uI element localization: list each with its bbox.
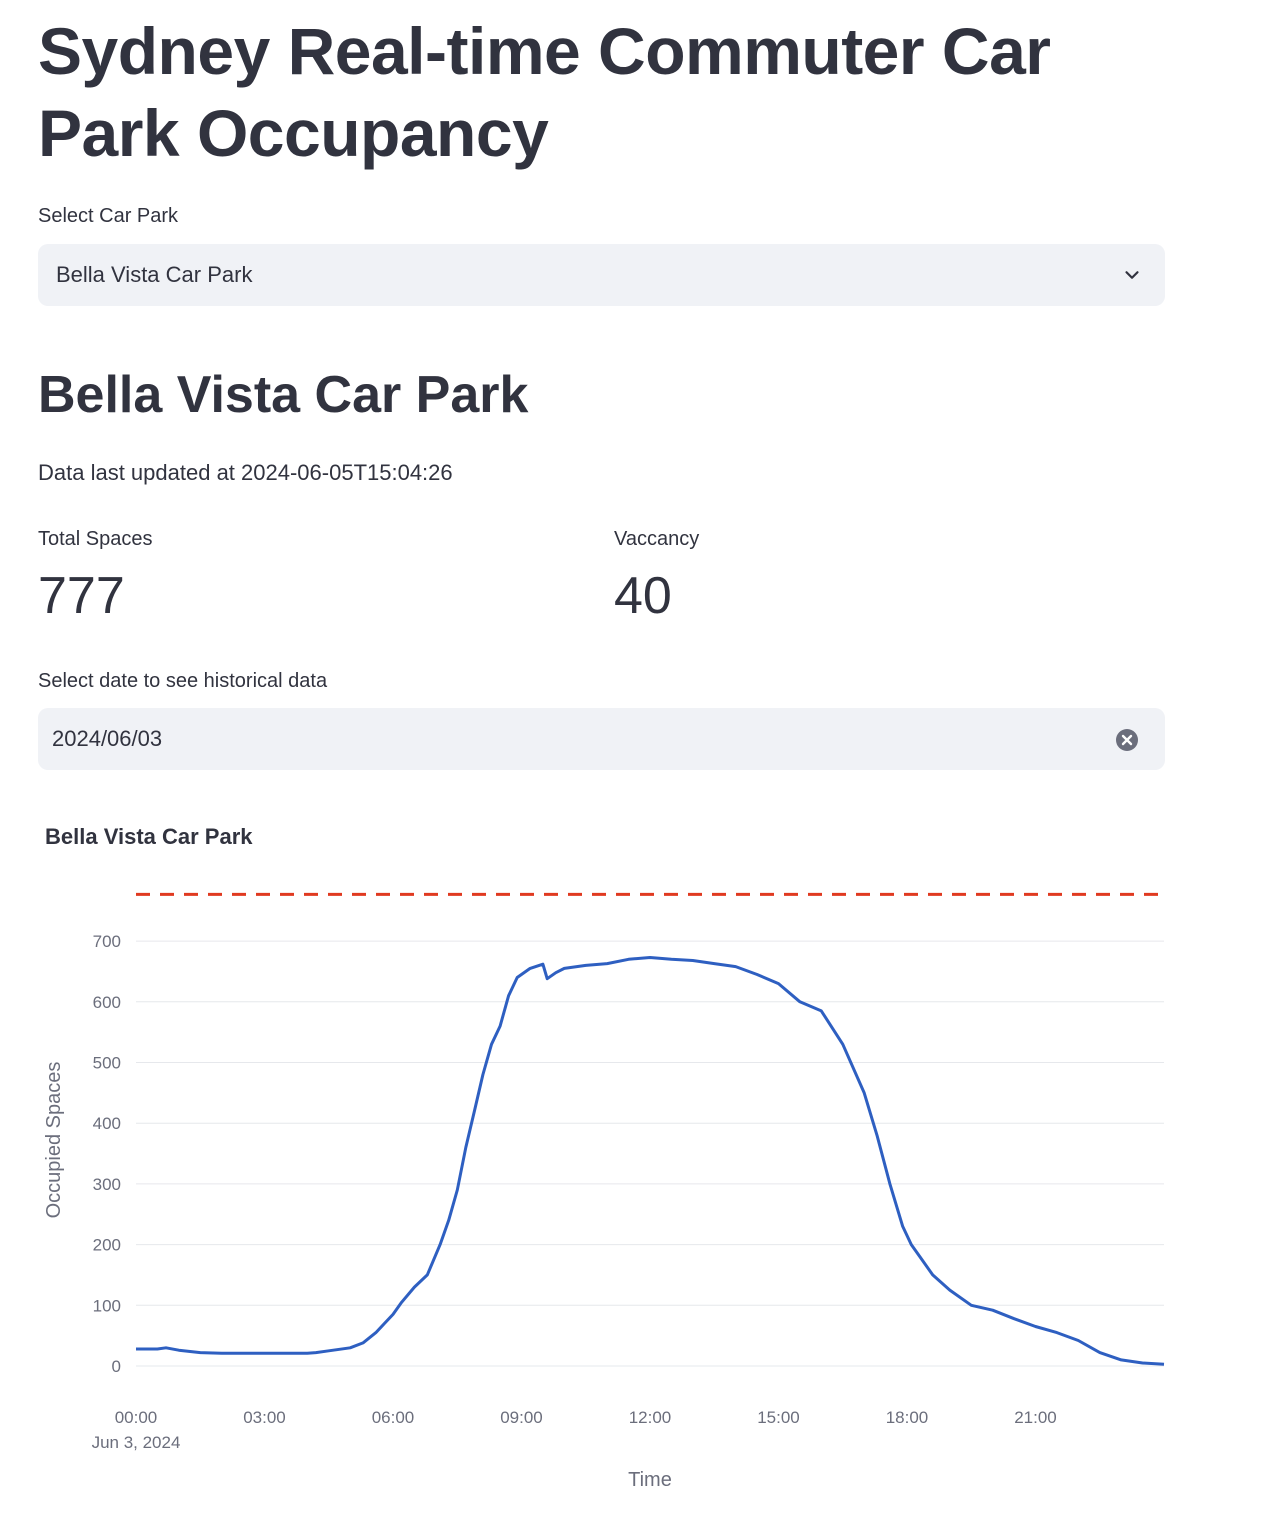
x-tick-label: 18:00 [886,1408,929,1427]
occupancy-chart: Bella Vista Car Park 0 100 200 300 400 500 600… [0,810,1272,1510]
y-tick-label: 400 [93,1114,121,1133]
y-tick-label: 700 [93,932,121,951]
chart-title: Bella Vista Car Park [45,824,253,849]
x-tick-label: 03:00 [243,1408,286,1427]
page-title: Sydney Real-time Commuter Car Park Occup… [38,14,1051,170]
last-updated-text: Data last updated at 2024-06-05T15:04:26 [38,460,453,485]
total-spaces-label: Total Spaces [38,528,153,550]
x-tick-label: 09:00 [500,1408,543,1427]
y-axis-ticks: 0 100 200 300 400 500 600 700 [93,932,121,1376]
clear-icon[interactable] [1115,728,1139,752]
chart-gridlines [136,940,1164,1367]
chevron-down-icon[interactable] [1121,264,1143,286]
y-tick-label: 600 [93,993,121,1012]
y-tick-label: 0 [112,1357,121,1376]
x-tick-label: 21:00 [1014,1408,1057,1427]
x-tick-label: 06:00 [372,1408,415,1427]
x-axis-title: Time [628,1469,672,1491]
y-tick-label: 200 [93,1236,121,1255]
y-tick-label: 100 [93,1296,121,1315]
y-tick-label: 300 [93,1175,121,1194]
date-input-label: Select date to see historical data [38,670,328,692]
vacancy-label: Vaccancy [614,528,700,550]
y-axis-title: Occupied Spaces [43,1062,65,1219]
vacancy-value: 40 [614,567,672,625]
carpark-select[interactable]: Bella Vista Car Park [38,244,1165,306]
date-input[interactable]: 2024/06/03 [38,708,1165,770]
carpark-select-value: Bella Vista Car Park [56,262,253,287]
carpark-heading: Bella Vista Car Park [38,366,529,424]
carpark-select-label: Select Car Park [38,205,179,227]
x-axis-date-label: Jun 3, 2024 [92,1433,181,1452]
chart-svg: Bella Vista Car Park 0 100 200 300 400 500 600… [43,824,1165,1491]
x-tick-label: 12:00 [629,1408,672,1427]
date-input-value: 2024/06/03 [52,726,163,751]
x-tick-label: 00:00 [115,1408,158,1427]
y-tick-label: 500 [93,1054,121,1073]
total-spaces-value: 777 [38,567,125,625]
x-tick-label: 15:00 [757,1408,800,1427]
occupancy-series-line [136,956,1165,1366]
x-axis-ticks: 00:00 03:00 06:00 09:00 12:00 15:00 18:00 21:00 [115,1408,1057,1427]
